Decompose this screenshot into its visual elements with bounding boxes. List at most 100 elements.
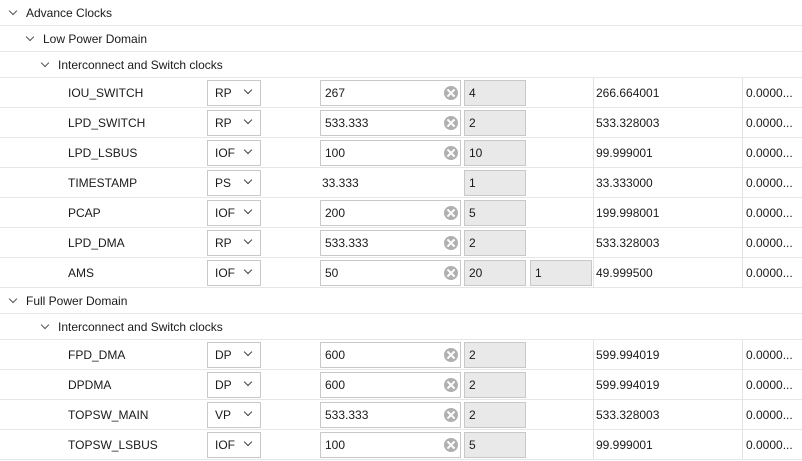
source-select[interactable]: IOF	[207, 200, 261, 226]
chevron-down-icon[interactable]	[243, 205, 253, 215]
divisor0-value: 5	[469, 206, 476, 220]
divisor0-value: 4	[469, 86, 476, 100]
clock-row: LPD_DMA RP 533.333 2 533.328003 0.0000...	[0, 228, 802, 258]
requested-freq-input[interactable]: 533.333	[320, 110, 461, 136]
column-divider	[593, 78, 594, 107]
column-divider	[593, 430, 594, 459]
clear-icon[interactable]	[444, 146, 458, 160]
source-value: DP	[215, 348, 232, 362]
source-select[interactable]: RP	[207, 80, 261, 106]
source-select[interactable]: IOF	[207, 140, 261, 166]
clear-icon[interactable]	[444, 378, 458, 392]
clear-icon[interactable]	[444, 206, 458, 220]
clear-icon[interactable]	[444, 236, 458, 250]
tree-label: Interconnect and Switch clocks	[58, 57, 223, 72]
requested-freq-value: 533.333	[325, 236, 369, 250]
freq-error: 0.0000...	[746, 176, 793, 190]
requested-freq-input[interactable]: 600	[320, 342, 461, 368]
clock-row: TOPSW_LSBUS IOF 100 5 99.999001 0.0000...	[0, 430, 802, 460]
source-value: RP	[215, 236, 232, 250]
column-divider	[593, 138, 594, 167]
chevron-down-icon[interactable]	[40, 320, 50, 329]
requested-freq-input[interactable]: 533.333	[320, 230, 461, 256]
source-select[interactable]: IOF	[207, 432, 261, 458]
divisor0-value: 2	[469, 348, 476, 362]
requested-freq-input[interactable]: 200	[320, 200, 461, 226]
actual-freq: 533.328003	[596, 408, 660, 422]
chevron-down-icon[interactable]	[243, 377, 253, 387]
clock-name: TOPSW_MAIN	[68, 408, 149, 422]
clear-icon[interactable]	[444, 116, 458, 130]
divisor0-field: 4	[464, 80, 526, 106]
source-value: IOF	[215, 266, 235, 280]
requested-freq-input[interactable]: 50	[320, 260, 461, 286]
source-value: PS	[215, 176, 232, 190]
column-divider	[742, 340, 743, 369]
chevron-down-icon[interactable]	[243, 85, 253, 95]
tree-node-advance-clocks[interactable]: Advance Clocks	[0, 0, 802, 26]
source-select[interactable]: RP	[207, 110, 261, 136]
source-value: IOF	[215, 438, 235, 452]
tree-node-full-power-domain[interactable]: Full Power Domain	[0, 288, 802, 314]
column-divider	[742, 370, 743, 399]
source-select[interactable]: VP	[207, 402, 261, 428]
chevron-down-icon[interactable]	[243, 265, 253, 275]
clear-icon[interactable]	[444, 408, 458, 422]
column-divider	[593, 108, 594, 137]
chevron-down-icon[interactable]	[8, 294, 18, 303]
clock-name: LPD_DMA	[68, 236, 125, 250]
clear-icon[interactable]	[444, 86, 458, 100]
chevron-down-icon[interactable]	[243, 145, 253, 155]
chevron-down-icon[interactable]	[25, 32, 35, 41]
column-divider	[593, 340, 594, 369]
column-divider	[593, 370, 594, 399]
requested-freq-input[interactable]: 100	[320, 140, 461, 166]
requested-freq-input[interactable]: 267	[320, 80, 461, 106]
divisor0-value: 20	[469, 266, 483, 280]
tree-node-low-power-domain[interactable]: Low Power Domain	[0, 26, 802, 52]
clear-icon[interactable]	[444, 266, 458, 280]
tree-label: Advance Clocks	[26, 5, 113, 20]
source-value: RP	[215, 86, 232, 100]
tree-node-low-interconnect[interactable]: Interconnect and Switch clocks	[0, 52, 802, 78]
source-value: IOF	[215, 146, 235, 160]
divisor0-field: 2	[464, 230, 526, 256]
source-select[interactable]: DP	[207, 372, 261, 398]
chevron-down-icon[interactable]	[243, 437, 253, 447]
tree-node-full-interconnect[interactable]: Interconnect and Switch clocks	[0, 314, 802, 340]
clear-icon[interactable]	[444, 348, 458, 362]
divisor0-field: 10	[464, 140, 526, 166]
column-divider	[742, 400, 743, 429]
column-divider	[593, 168, 594, 197]
clock-row: FPD_DMA DP 600 2 599.994019 0.0000...	[0, 340, 802, 370]
source-select[interactable]: RP	[207, 230, 261, 256]
divisor0-value: 5	[469, 438, 476, 452]
actual-freq: 266.664001	[596, 86, 660, 100]
chevron-down-icon[interactable]	[8, 6, 18, 15]
divisor1-value: 1	[535, 266, 542, 280]
clock-name: AMS	[68, 266, 95, 280]
chevron-down-icon[interactable]	[243, 235, 253, 245]
chevron-down-icon[interactable]	[243, 407, 253, 417]
freq-error: 0.0000...	[746, 266, 793, 280]
requested-freq-input[interactable]: 533.333	[320, 402, 461, 428]
source-select[interactable]: DP	[207, 342, 261, 368]
requested-freq-input[interactable]: 100	[320, 432, 461, 458]
source-select[interactable]: PS	[207, 170, 261, 196]
chevron-down-icon[interactable]	[243, 175, 253, 185]
chevron-down-icon[interactable]	[40, 58, 50, 67]
divisor0-value: 2	[469, 378, 476, 392]
column-divider	[593, 198, 594, 227]
clear-icon[interactable]	[444, 438, 458, 452]
requested-freq-input[interactable]: 600	[320, 372, 461, 398]
divisor0-field: 5	[464, 200, 526, 226]
divisor1-field: 1	[530, 260, 592, 286]
requested-freq-value: 600	[325, 348, 346, 362]
divisor0-value: 2	[469, 408, 476, 422]
source-select[interactable]: IOF	[207, 260, 261, 286]
clock-row: TOPSW_MAIN VP 533.333 2 533.328003 0.0000...	[0, 400, 802, 430]
column-divider	[742, 258, 743, 287]
chevron-down-icon[interactable]	[243, 347, 253, 357]
freq-error: 0.0000...	[746, 86, 793, 100]
chevron-down-icon[interactable]	[243, 115, 253, 125]
